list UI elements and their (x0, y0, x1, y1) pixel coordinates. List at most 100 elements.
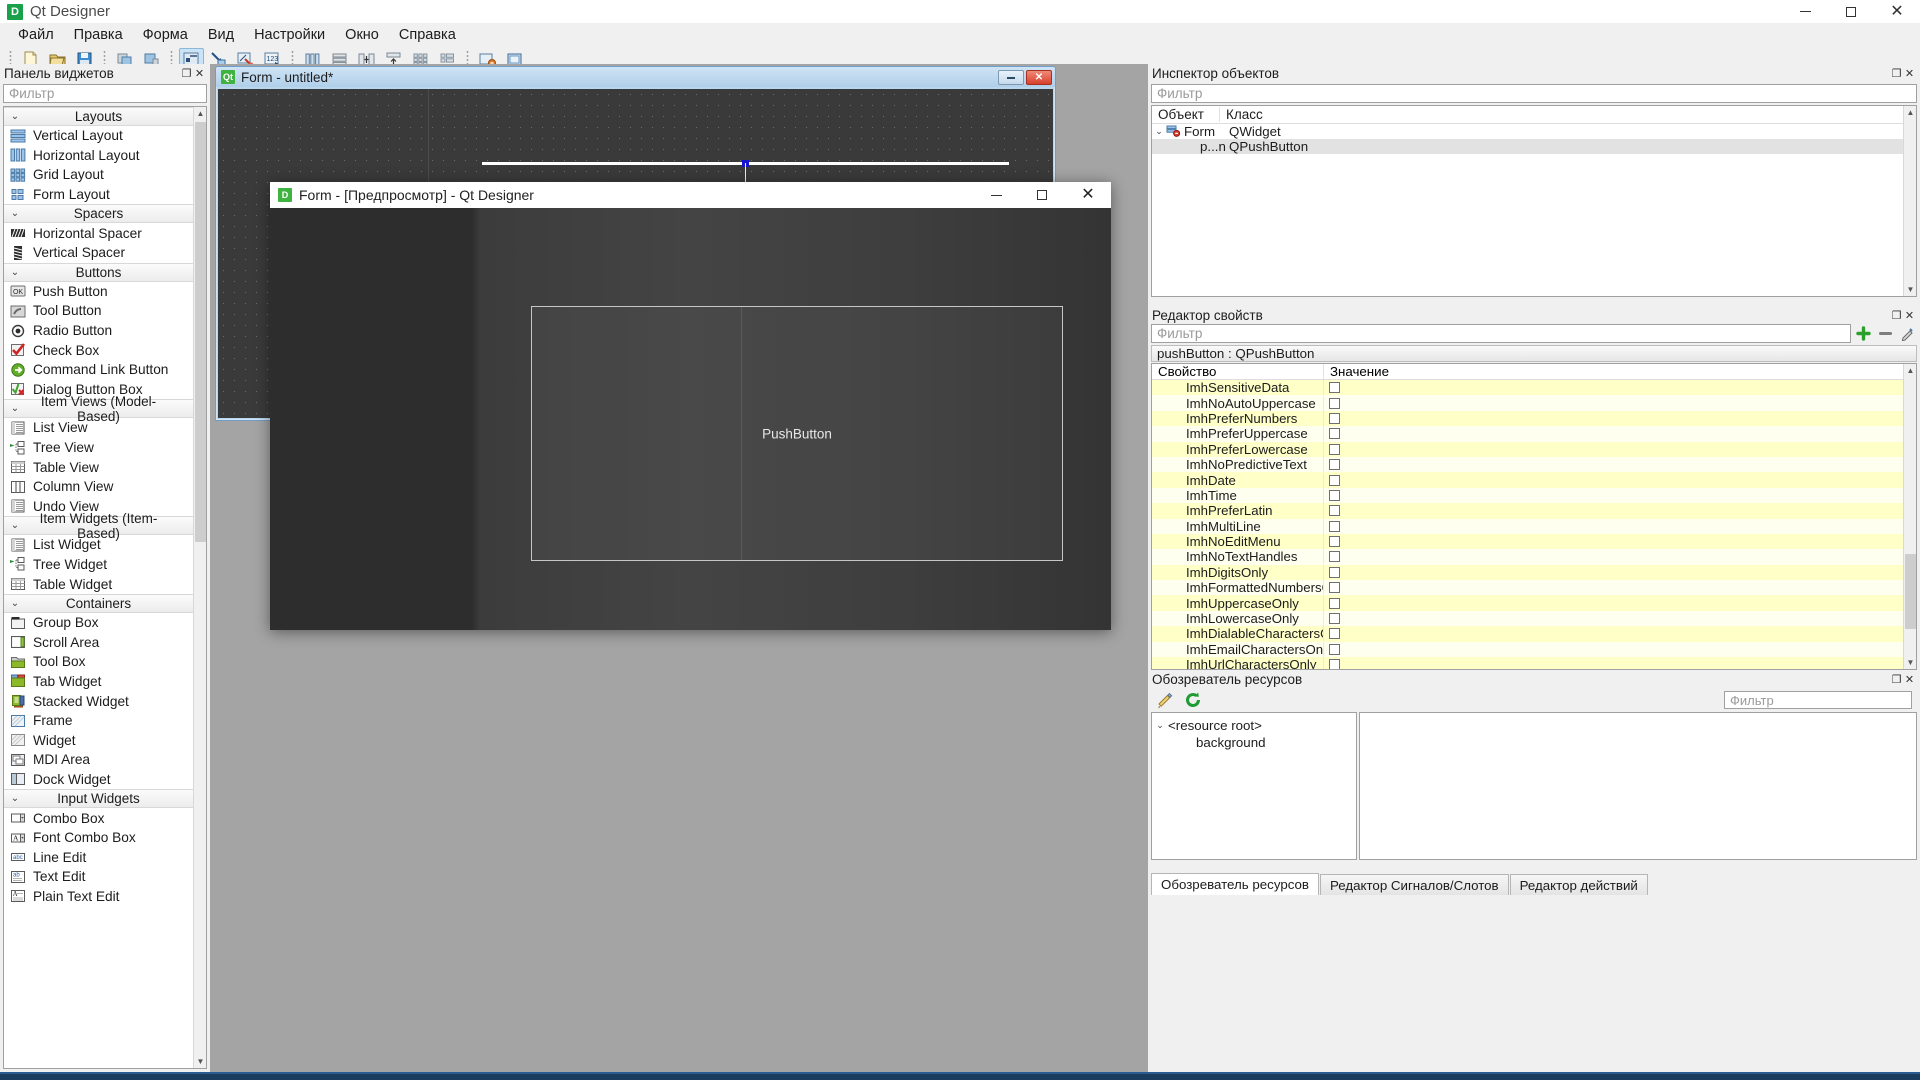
property-checkbox[interactable] (1329, 643, 1340, 655)
property-value-cell[interactable] (1324, 643, 1916, 655)
property-value-cell[interactable] (1324, 520, 1916, 532)
widget-item-push-button[interactable]: OK Push Button (4, 282, 193, 302)
property-checkbox[interactable] (1329, 443, 1340, 455)
property-checkbox[interactable] (1329, 566, 1340, 578)
property-checkbox[interactable] (1329, 659, 1340, 669)
menu-form[interactable]: Форма (133, 24, 198, 45)
property-checkbox[interactable] (1329, 489, 1340, 501)
column-header-object[interactable]: Объект (1152, 107, 1220, 122)
property-value-cell[interactable] (1324, 505, 1916, 517)
widget-item-tool-box[interactable]: Tool Box (4, 652, 193, 672)
property-editor-close-button[interactable]: ✕ (1903, 309, 1916, 322)
widget-item-group-box[interactable]: Group Box (4, 613, 193, 633)
object-inspector-close-button[interactable]: ✕ (1903, 67, 1916, 80)
widget-item-tree-widget[interactable]: Tree Widget (4, 555, 193, 575)
property-checkbox[interactable] (1329, 628, 1340, 640)
widget-item-form-layout[interactable]: Form Layout (4, 185, 193, 205)
form-close-button[interactable]: ✕ (1026, 69, 1052, 85)
object-inspector-scrollbar[interactable]: ▲ ▼ (1903, 106, 1916, 296)
widget-item-check-box[interactable]: Check Box (4, 340, 193, 360)
resource-browser-float-button[interactable]: ❐ (1890, 673, 1903, 686)
property-editor-scrollbar[interactable]: ▲ ▼ (1903, 364, 1916, 669)
menu-file[interactable]: Файл (8, 24, 64, 45)
widget-item-column-view[interactable]: Column View (4, 477, 193, 497)
tab-action-editor[interactable]: Редактор действий (1509, 874, 1648, 895)
menu-settings[interactable]: Настройки (244, 24, 335, 45)
property-checkbox[interactable] (1329, 597, 1340, 609)
resource-tree[interactable]: ⌄ <resource root> background (1151, 712, 1357, 860)
property-row[interactable]: ImhDigitsOnly (1152, 564, 1916, 581)
property-row[interactable]: ImhSensitiveData (1152, 380, 1916, 396)
property-value-cell[interactable] (1324, 489, 1916, 501)
scroll-up-arrow-icon[interactable]: ▲ (1904, 106, 1916, 119)
window-minimize-button[interactable] (1782, 0, 1828, 23)
preview-maximize-button[interactable] (1019, 182, 1065, 208)
property-row[interactable]: ImhFormattedNumbersOnly (1152, 580, 1916, 596)
property-value-cell[interactable] (1324, 459, 1916, 471)
property-row[interactable]: ImhDialableCharactersOnly (1152, 626, 1916, 642)
property-value-cell[interactable] (1324, 582, 1916, 594)
property-value-cell[interactable] (1324, 613, 1916, 625)
widget-item-horizontal-layout[interactable]: Horizontal Layout (4, 146, 193, 166)
scrollbar-thumb[interactable] (195, 122, 206, 542)
property-row[interactable]: ImhNoTextHandles (1152, 549, 1916, 565)
menu-view[interactable]: Вид (198, 24, 244, 45)
property-editor-filter-input[interactable]: Фильтр (1151, 324, 1851, 343)
property-checkbox[interactable] (1329, 428, 1340, 440)
preview-close-button[interactable]: ✕ (1065, 182, 1111, 208)
scroll-up-arrow-icon[interactable]: ▲ (194, 107, 206, 120)
property-row[interactable]: ImhPreferLowercase (1152, 441, 1916, 457)
column-header-property[interactable]: Свойство (1152, 364, 1324, 379)
object-inspector-float-button[interactable]: ❐ (1890, 67, 1903, 80)
widget-box-float-button[interactable]: ❐ (180, 67, 193, 80)
property-row[interactable]: ImhUrlCharactersOnly (1152, 657, 1916, 669)
property-value-cell[interactable] (1324, 443, 1916, 455)
object-inspector-filter-input[interactable]: Фильтр (1151, 84, 1917, 103)
property-checkbox[interactable] (1329, 551, 1340, 563)
menu-window[interactable]: Окно (335, 24, 389, 45)
property-row[interactable]: ImhDate (1152, 472, 1916, 488)
property-row[interactable]: ImhMultiLine (1152, 518, 1916, 534)
reload-icon[interactable] (1184, 691, 1202, 709)
property-value-cell[interactable] (1324, 566, 1916, 578)
property-checkbox[interactable] (1329, 474, 1340, 486)
tab-signal-slot-editor[interactable]: Редактор Сигналов/Слотов (1319, 874, 1509, 895)
chevron-down-icon[interactable]: ⌄ (1152, 720, 1168, 731)
widget-item-combo-box[interactable]: Combo Box (4, 808, 193, 828)
column-header-class[interactable]: Класс (1220, 107, 1263, 122)
preview-push-button[interactable]: PushButton (532, 426, 1062, 441)
window-close-button[interactable]: ✕ (1874, 0, 1920, 23)
property-row[interactable]: ImhNoEditMenu (1152, 533, 1916, 550)
scroll-down-arrow-icon[interactable]: ▼ (1904, 656, 1916, 669)
property-value-cell[interactable] (1324, 628, 1916, 640)
column-header-value[interactable]: Значение (1324, 364, 1389, 379)
property-value-cell[interactable] (1324, 659, 1916, 669)
widget-box-scrollbar[interactable]: ▲ ▼ (193, 107, 206, 1068)
property-row[interactable]: ImhUppercaseOnly (1152, 595, 1916, 611)
window-maximize-button[interactable] (1828, 0, 1874, 23)
remove-property-icon[interactable] (1876, 324, 1895, 343)
property-value-cell[interactable] (1324, 382, 1916, 394)
property-value-cell[interactable] (1324, 551, 1916, 563)
object-inspector-row[interactable]: ⌄ Form QWidget (1152, 124, 1916, 139)
widget-item-vertical-spacer[interactable]: Vertical Spacer (4, 243, 193, 263)
widget-item-font-combo-box[interactable]: A Font Combo Box (4, 828, 193, 848)
scroll-down-arrow-icon[interactable]: ▼ (194, 1055, 206, 1068)
widget-item-grid-layout[interactable]: Grid Layout (4, 165, 193, 185)
property-checkbox[interactable] (1329, 412, 1340, 424)
scroll-down-arrow-icon[interactable]: ▼ (1904, 283, 1916, 296)
widget-item-tree-view[interactable]: Tree View (4, 438, 193, 458)
resource-tree-row[interactable]: background (1152, 734, 1356, 751)
property-row[interactable]: ImhPreferNumbers (1152, 410, 1916, 427)
widget-item-mdi-area[interactable]: MDI Area (4, 750, 193, 770)
widget-item-stacked-widget[interactable]: Stacked Widget (4, 691, 193, 711)
object-inspector-row[interactable]: p...n QPushButton (1152, 139, 1916, 154)
scrollbar-thumb[interactable] (1905, 554, 1916, 629)
widget-item-widget[interactable]: Widget (4, 730, 193, 750)
widget-item-tool-button[interactable]: Tool Button (4, 301, 193, 321)
widget-item-table-widget[interactable]: Table Widget (4, 574, 193, 594)
add-property-icon[interactable] (1854, 324, 1873, 343)
property-checkbox[interactable] (1329, 382, 1340, 394)
property-row[interactable]: ImhLowercaseOnly (1152, 610, 1916, 627)
widget-item-frame[interactable]: Frame (4, 711, 193, 731)
